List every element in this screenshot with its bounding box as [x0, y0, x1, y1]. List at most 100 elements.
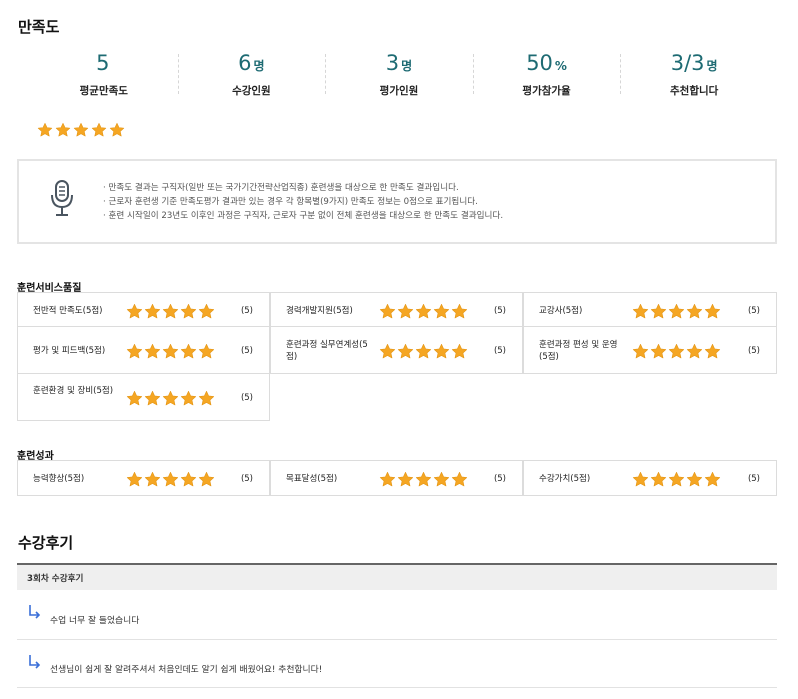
notice-item: · 훈련 시작일이 23년도 이후인 과정은 구직자, 근로자 구분 없이 전체…: [103, 211, 504, 221]
rating-cell: 목표달성(5점) (5): [270, 460, 523, 496]
stat-evaluators: 3명 평가인원: [325, 50, 473, 100]
star-icon: [668, 303, 685, 320]
stat-label: 평가참가율: [522, 85, 571, 97]
stat-unit: 명: [706, 59, 718, 73]
star-icon: [451, 471, 468, 488]
rating-stars: [379, 303, 468, 320]
notice-box: · 만족도 결과는 구직자(일반 또는 국가기간전략산업직종) 훈련생을 대상으…: [17, 159, 777, 244]
star-icon: [451, 303, 468, 320]
rating-score: (5): [747, 306, 760, 316]
star-icon: [415, 471, 432, 488]
reviews-title: 수강후기: [18, 534, 74, 552]
star-icon: [379, 303, 396, 320]
overall-rating-stars: [37, 122, 125, 138]
star-icon: [198, 390, 215, 407]
star-icon: [668, 343, 685, 360]
rating-stars: [379, 471, 468, 488]
stat-value: 50: [526, 51, 553, 75]
rating-cell: 훈련과정 편성 및 운영(5점) (5): [523, 326, 777, 374]
star-icon: [126, 471, 143, 488]
rating-cell: 경력개발지원(5점) (5): [270, 292, 523, 327]
star-icon: [144, 303, 161, 320]
star-icon: [198, 343, 215, 360]
star-icon: [180, 390, 197, 407]
rating-cell: 교강사(5점) (5): [523, 292, 777, 327]
star-icon: [162, 343, 179, 360]
notice-item: · 근로자 훈련생 기준 만족도평가 결과만 있는 경우 각 항목별(9가지) …: [103, 197, 478, 207]
stat-label: 수강인원: [232, 85, 271, 97]
rating-score: (5): [493, 474, 506, 484]
reply-arrow-icon: [27, 604, 41, 624]
star-icon: [55, 122, 71, 138]
star-icon: [686, 303, 703, 320]
rating-score: (5): [493, 346, 506, 356]
rating-label: 훈련과정 편성 및 운영(5점): [539, 340, 618, 362]
rating-score: (5): [240, 393, 253, 403]
rating-score: (5): [747, 474, 760, 484]
star-icon: [632, 343, 649, 360]
stats-row: 5 평균만족도 6명 수강인원 3명 평가인원 50% 평가참가율 3/3 명 추…: [30, 50, 768, 100]
review-text: 수업 너무 잘 들었습니다: [50, 616, 140, 626]
rating-stars: [126, 471, 215, 488]
rating-stars: [126, 303, 215, 320]
star-icon: [144, 471, 161, 488]
star-icon: [180, 343, 197, 360]
stat-label: 추천합니다: [670, 85, 719, 97]
rating-cell: 능력향상(5점) (5): [17, 460, 270, 496]
rating-label: 교강사(5점): [539, 306, 583, 316]
reply-arrow-icon: [27, 654, 41, 674]
star-icon: [126, 390, 143, 407]
rating-label: 전반적 만족도(5점): [33, 306, 103, 316]
star-icon: [650, 343, 667, 360]
star-icon: [632, 471, 649, 488]
stat-label: 평가인원: [379, 85, 419, 97]
rating-label: 능력향상(5점): [33, 474, 85, 484]
rating-score: (5): [493, 306, 506, 316]
star-icon: [379, 343, 396, 360]
star-icon: [632, 303, 649, 320]
star-icon: [126, 343, 143, 360]
star-icon: [73, 122, 89, 138]
star-icon: [686, 343, 703, 360]
stat-value: 6: [238, 51, 252, 75]
rating-label: 수강가치(5점): [539, 474, 591, 484]
notice-list: · 만족도 결과는 구직자(일반 또는 국가기간전략산업직종) 훈련생을 대상으…: [103, 181, 503, 223]
star-icon: [704, 303, 721, 320]
rating-label: 훈련과정 실무연계성(5점): [286, 340, 368, 362]
star-icon: [126, 303, 143, 320]
stat-value: 3: [385, 51, 400, 75]
stat-value: 3/3: [670, 51, 705, 75]
rating-label: 경력개발지원(5점): [286, 306, 353, 316]
review-item: 선생님이 쉽게 잘 알려주셔서 처음인데도 알기 쉽게 배웠어요! 추천합니다!: [17, 640, 777, 688]
star-icon: [415, 343, 432, 360]
star-icon: [668, 471, 685, 488]
rating-stars: [126, 343, 215, 360]
rating-score: (5): [240, 306, 253, 316]
rating-label: 목표달성(5점): [286, 474, 338, 484]
rating-score: (5): [240, 474, 253, 484]
star-icon: [433, 343, 450, 360]
rating-label: 훈련환경 및 장비(5점): [33, 386, 114, 396]
stat-unit: 명: [253, 59, 265, 73]
star-icon: [162, 390, 179, 407]
star-icon: [433, 303, 450, 320]
star-icon: [704, 343, 721, 360]
star-icon: [198, 303, 215, 320]
star-icon: [650, 303, 667, 320]
stat-unit: 명: [401, 59, 413, 73]
rating-cell: 평가 및 피드백(5점) (5): [17, 326, 270, 374]
star-icon: [37, 122, 53, 138]
review-round-header: 3회차 수강후기: [17, 563, 777, 590]
rating-cell: 전반적 만족도(5점) (5): [17, 292, 270, 327]
star-icon: [109, 122, 125, 138]
review-round-label: 3회차 수강후기: [27, 574, 84, 584]
rating-cell: 수강가치(5점) (5): [523, 460, 777, 496]
star-icon: [379, 471, 396, 488]
stat-participation: 50% 평가참가율: [472, 50, 621, 100]
star-icon: [650, 471, 667, 488]
stat-average: 5 평균만족도: [30, 50, 178, 100]
star-icon: [704, 471, 721, 488]
stat-label: 평균만족도: [79, 85, 128, 97]
microphone-icon: [49, 179, 75, 223]
star-icon: [397, 471, 414, 488]
